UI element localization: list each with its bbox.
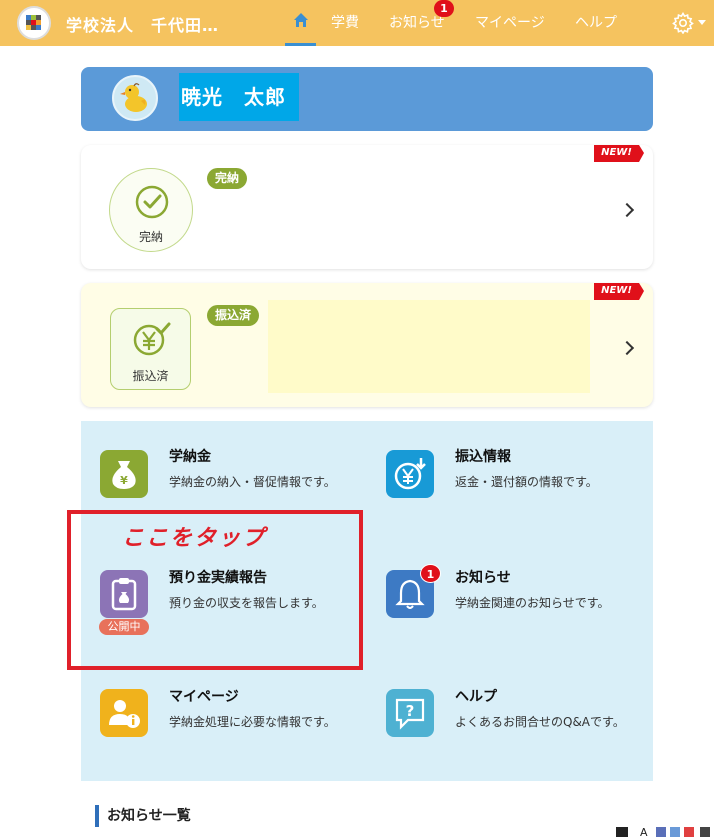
news-count-badge: 1 <box>434 0 454 17</box>
home-icon <box>293 13 308 27</box>
notice-count-badge: 1 <box>420 564 441 583</box>
chevron-right-icon[interactable] <box>619 202 635 218</box>
notice-list-title: お知らせ一覧 <box>95 805 191 827</box>
check-circle-icon <box>135 185 169 219</box>
nav-home[interactable] <box>285 0 316 46</box>
user-name: 暁光 太郎 <box>179 73 299 121</box>
new-ribbon: NEW! <box>594 283 644 300</box>
svg-text:¥: ¥ <box>120 474 128 487</box>
status-card-paid[interactable]: NEW! 完納 完納 <box>81 145 653 269</box>
notice-list-section: お知らせ一覧 <box>81 795 653 837</box>
gear-icon[interactable] <box>672 12 694 34</box>
help-question-icon[interactable]: ? <box>386 689 434 737</box>
paid-status-icon: 完納 <box>109 168 193 252</box>
duck-icon <box>115 78 155 118</box>
help-title[interactable]: ヘルプ <box>455 686 497 706</box>
new-ribbon: NEW! <box>594 145 644 162</box>
paid-status-label: 完納 <box>138 230 163 244</box>
svg-text:A: A <box>640 826 648 837</box>
transferred-status-icon: 振込済 <box>110 308 191 390</box>
status-card-transferred[interactable]: NEW! 振込済 振込済 <box>81 283 653 407</box>
mypage-title[interactable]: マイページ <box>169 686 239 706</box>
top-header: 学校法人 千代田… 学費 お知らせ 1 マイページ ヘルプ <box>0 0 714 46</box>
transferred-pill: 振込済 <box>207 305 260 326</box>
yen-check-icon <box>133 322 171 356</box>
corner-tools-icon: A <box>616 826 710 837</box>
nav-help[interactable]: ヘルプ <box>575 0 617 46</box>
nav-fees[interactable]: 学費 <box>331 0 359 46</box>
money-bag-icon[interactable]: ¥ <box>100 450 148 498</box>
transfer-desc: 返金・還付額の情報です。 <box>455 475 598 489</box>
school-logo[interactable] <box>17 6 51 40</box>
user-info-icon[interactable] <box>100 689 148 737</box>
caret-down-icon[interactable] <box>698 20 706 25</box>
notice-desc: 学納金関連のお知らせです。 <box>455 596 610 610</box>
chevron-right-icon[interactable] <box>619 340 635 356</box>
transferred-status-label: 振込済 <box>132 369 169 383</box>
notice-title[interactable]: お知らせ <box>455 567 511 587</box>
nav-mypage[interactable]: マイページ <box>475 0 545 46</box>
org-name[interactable]: 学校法人 千代田… <box>66 12 219 36</box>
help-desc: よくあるお問合せのQ&Aです。 <box>455 715 625 729</box>
user-banner: 暁光 太郎 <box>81 67 653 131</box>
svg-text:?: ? <box>406 702 415 720</box>
yen-transfer-icon[interactable] <box>386 450 434 498</box>
transfer-title[interactable]: 振込情報 <box>455 446 511 466</box>
paid-pill: 完納 <box>207 168 248 189</box>
user-avatar <box>112 75 158 121</box>
tuition-desc: 学納金の納入・督促情報です。 <box>169 475 336 489</box>
tuition-title[interactable]: 学納金 <box>169 446 211 466</box>
highlight-area <box>268 300 590 393</box>
annotation-text: ここをタップ <box>122 526 267 551</box>
mypage-desc: 学納金処理に必要な情報です。 <box>169 715 336 729</box>
